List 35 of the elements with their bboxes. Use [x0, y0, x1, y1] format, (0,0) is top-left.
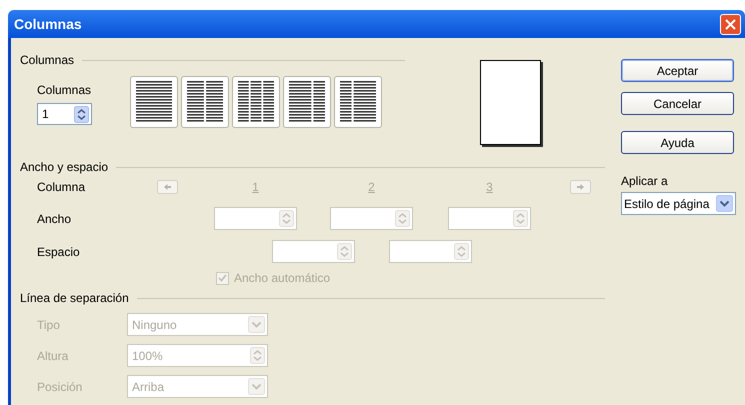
field-label: Aplicar a: [621, 173, 669, 189]
field-label: Altura: [37, 348, 70, 364]
column-count-field[interactable]: 1: [37, 103, 92, 125]
row-label: Columna: [37, 179, 86, 196]
checkbox-label: Ancho automático: [234, 270, 330, 287]
row-label: Ancho: [37, 210, 72, 228]
window-title: Columnas: [14, 14, 83, 34]
row-label: Espacio: [37, 244, 81, 260]
checkmark-icon: [218, 274, 227, 282]
column-lines-icon: [340, 81, 376, 123]
dialog-button[interactable]: Cancelar: [621, 92, 734, 115]
spin-arrows-icon[interactable]: [74, 106, 89, 122]
column-number: 2: [368, 179, 375, 196]
column-number: 1: [252, 179, 259, 196]
column-layout-button[interactable]: [283, 76, 331, 128]
column-lines-icon: [289, 81, 325, 123]
close-icon: [725, 18, 736, 30]
dropdown[interactable]: Estilo de página: [621, 192, 736, 215]
field-label: Posición: [37, 378, 84, 396]
field-label: Columnas: [37, 83, 92, 97]
column-layout-button[interactable]: [181, 76, 229, 128]
close-button[interactable]: [720, 14, 741, 34]
section-heading: Ancho y espacio: [20, 159, 108, 176]
column-layout-button[interactable]: [232, 76, 280, 128]
column-lines-icon: [187, 81, 223, 123]
column-number: 3: [486, 179, 493, 196]
column-layout-button[interactable]: [130, 76, 178, 128]
column-lines-icon: [238, 81, 274, 123]
section-heading: Línea de separación: [20, 290, 129, 307]
column-lines-icon: [136, 81, 172, 123]
dialog-button[interactable]: Aceptar: [621, 59, 734, 82]
field-label: Tipo: [37, 316, 61, 334]
section-heading: Columnas: [20, 52, 74, 69]
dialog-button[interactable]: Ayuda: [621, 131, 734, 154]
column-layout-button[interactable]: [334, 76, 382, 128]
